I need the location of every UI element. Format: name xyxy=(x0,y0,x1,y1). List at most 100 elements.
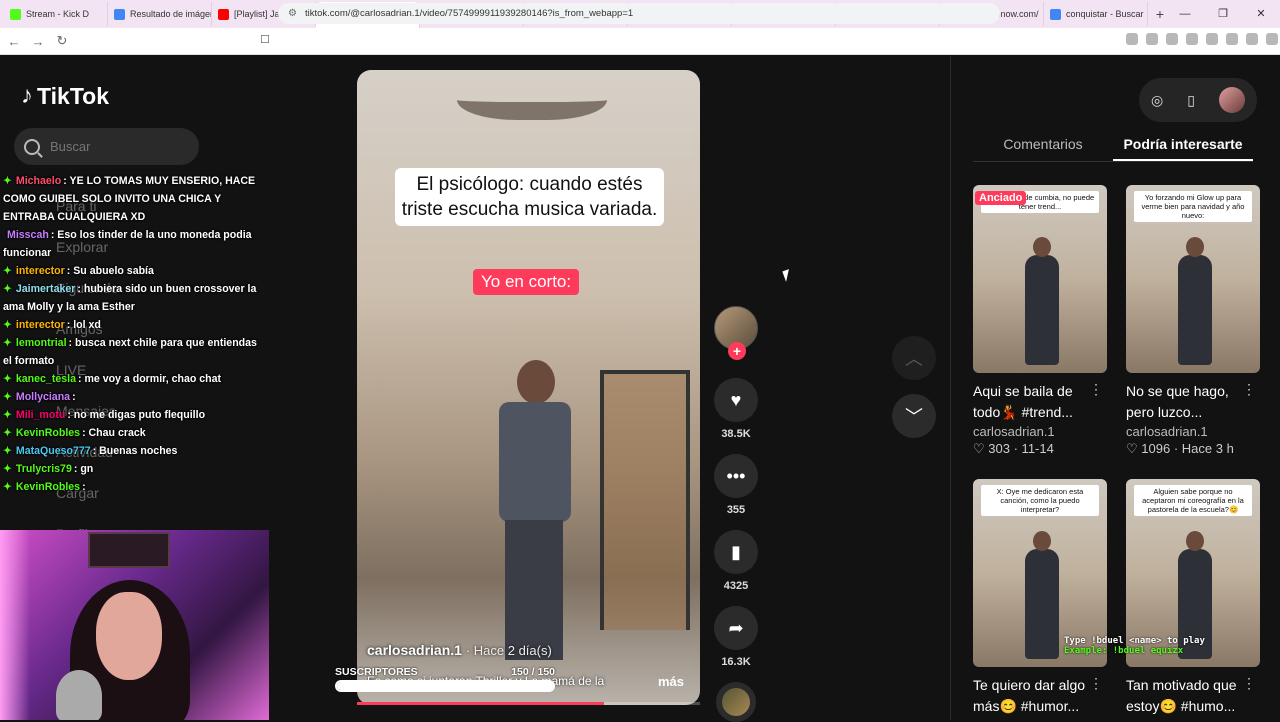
extension-icon[interactable] xyxy=(1166,33,1178,45)
chat-username: Jaimertaker xyxy=(15,283,76,295)
post-time: · Hace 2 día(s) xyxy=(465,643,552,658)
chat-text: : no me digas puto flequillo xyxy=(67,409,206,421)
tab-favicon-icon xyxy=(218,8,229,20)
extension-icon[interactable] xyxy=(1186,33,1198,45)
card-date: · Hace 3 h xyxy=(1173,441,1234,456)
extension-icon[interactable] xyxy=(1126,33,1138,45)
tab-favicon-icon xyxy=(114,8,125,20)
url-field[interactable]: ⚙ tiktok.com/@carlosadrian.1/video/75749… xyxy=(278,3,1000,24)
extension-icon[interactable] xyxy=(1246,33,1258,45)
chat-username: Mollyciana xyxy=(15,391,71,403)
profile-avatar[interactable] xyxy=(1218,87,1245,113)
card-title[interactable]: Aqui se baila de todo💃 #trend... xyxy=(973,381,1107,423)
card-title[interactable]: No se que hago, pero luzco... xyxy=(1126,381,1260,423)
streamer-face xyxy=(96,592,162,680)
back-icon[interactable]: ← xyxy=(4,34,24,49)
search-box[interactable] xyxy=(14,128,199,165)
chevron-up-icon: ︿ xyxy=(905,349,923,369)
video-progress[interactable] xyxy=(357,702,700,705)
card-meta: ♡ 1096 · Hace 3 h xyxy=(1126,441,1260,457)
share-icon[interactable]: ➦ xyxy=(714,606,758,650)
tiktok-logo[interactable]: ♪ TikTok xyxy=(21,82,109,110)
chat-text: : Buenas noches xyxy=(92,445,178,457)
minimize-icon[interactable]: — xyxy=(1166,0,1204,28)
reload-icon[interactable]: ↻ xyxy=(52,33,72,49)
more-options-icon[interactable]: ⋮ xyxy=(1242,675,1256,692)
extension-icon[interactable] xyxy=(1266,33,1278,45)
heart-outline-icon: ♡ xyxy=(1126,441,1138,456)
tiktok-note-icon: ♪ xyxy=(21,82,33,109)
suggested-video-card[interactable]: La canción de cumbia, no puede tener tre… xyxy=(973,185,1107,457)
chat-text: : lol xd xyxy=(66,319,101,331)
card-meta: ♡ 303 · 11-14 xyxy=(973,441,1107,457)
card-title[interactable]: Tan motivado que estoy😊 #humo... xyxy=(1126,675,1260,717)
coins-icon[interactable]: ◎ xyxy=(1151,92,1163,109)
chat-message: ✦ lemontrial: busca next chile para que e… xyxy=(0,334,265,370)
card-author[interactable]: carlosadrian.1 xyxy=(1126,424,1260,439)
video-tag: Yo en corto: xyxy=(473,269,580,295)
suggested-video-card[interactable]: Yo forzando mi Glow up para verme bien p… xyxy=(1126,185,1260,457)
video-author[interactable]: carlosadrian.1 · Hace 2 día(s) xyxy=(367,642,552,658)
chat-message: ✦ Mili_motu: no me digas puto flequillo xyxy=(0,406,265,424)
forward-icon[interactable]: → xyxy=(28,34,48,49)
webcam-overlay xyxy=(0,530,269,720)
more-link[interactable]: más xyxy=(658,674,684,689)
follow-plus-icon[interactable]: + xyxy=(728,342,746,360)
tab-favicon-icon xyxy=(1050,8,1061,20)
music-disc[interactable] xyxy=(716,682,756,722)
extension-icon[interactable] xyxy=(1146,33,1158,45)
extension-icon[interactable] xyxy=(1206,33,1218,45)
subs-label: SUSCRIPTORES xyxy=(335,666,418,678)
chat-text: : xyxy=(72,391,76,403)
more-options-icon[interactable]: ⋮ xyxy=(1089,675,1103,692)
site-info-icon[interactable]: ⚙ xyxy=(288,8,297,19)
bookmark-icon[interactable]: ▮ xyxy=(714,530,758,574)
previous-video-button[interactable]: ︿ xyxy=(892,336,936,380)
author-name[interactable]: carlosadrian.1 xyxy=(367,642,462,658)
bookmark-icon[interactable]: ☐ xyxy=(260,33,270,46)
chat-badge-icon: ✦ xyxy=(3,427,12,439)
video-player[interactable]: El psicólogo: cuando estés triste escuch… xyxy=(357,70,700,705)
tab-label: Stream - Kick D xyxy=(26,9,90,19)
suggested-video-card[interactable]: X: Oye me dedicaron esta canción, como l… xyxy=(973,479,1107,717)
maximize-icon[interactable]: ❐ xyxy=(1204,0,1242,28)
video-thumbnail[interactable]: La canción de cumbia, no puede tener tre… xyxy=(973,185,1107,373)
card-likes: 1096 xyxy=(1141,441,1171,456)
subs-fill xyxy=(337,682,553,690)
card-likes: 303 xyxy=(988,441,1010,456)
microphone xyxy=(56,670,102,720)
panel-tab[interactable]: Comentarios xyxy=(973,136,1113,161)
heart-icon[interactable]: ♥ xyxy=(714,378,758,422)
video-thumbnail[interactable]: Yo forzando mi Glow up para verme bien p… xyxy=(1126,185,1260,373)
extension-icon[interactable] xyxy=(1226,33,1238,45)
video-caption: El psicólogo: cuando estés triste escuch… xyxy=(395,168,664,226)
subscriber-goal: SUSCRIPTORES 150 / 150 xyxy=(335,666,555,692)
subs-current: 150 xyxy=(511,666,529,678)
creator-avatar[interactable]: + xyxy=(714,306,758,360)
more-options-icon[interactable]: ⋮ xyxy=(1089,381,1103,398)
more-options-icon[interactable]: ⋮ xyxy=(1242,381,1256,398)
comment-icon[interactable]: ••• xyxy=(714,454,758,498)
browser-tab[interactable]: Stream - Kick D xyxy=(4,2,108,26)
dancer xyxy=(477,350,587,680)
device-icon[interactable]: ▯ xyxy=(1187,92,1195,109)
subs-track xyxy=(335,680,555,692)
card-title[interactable]: Te quiero dar algo más😊 #humor... xyxy=(973,675,1107,717)
browser-tab[interactable]: conquistar - Buscar xyxy=(1044,2,1148,26)
panel-tab[interactable]: Podría interesarte xyxy=(1113,136,1253,161)
next-video-button[interactable]: ﹀ xyxy=(892,394,936,438)
dancer-head xyxy=(517,360,555,404)
browser-tab[interactable]: Resultado de imágen xyxy=(108,2,212,26)
chat-badge-icon: ✦ xyxy=(3,373,12,385)
chat-badge-icon: ✦ xyxy=(3,319,12,331)
suggested-video-card[interactable]: Alguien sabe porque no aceptaron mi core… xyxy=(1126,479,1260,717)
chat-message: ✦ KevinRobles: Chau crack xyxy=(0,424,265,442)
close-window-icon[interactable]: ✕ xyxy=(1242,0,1280,28)
video-actions: + ♥ 38.5K ••• 355 ▮ 4325 ➦ 16.3K xyxy=(712,306,760,722)
chat-username: Trulycris79 xyxy=(15,463,72,475)
search-input[interactable] xyxy=(50,139,190,154)
duel-overlay: Type !bduel <name> to play Example: !bdu… xyxy=(1064,636,1205,656)
card-author[interactable]: carlosadrian.1 xyxy=(973,424,1107,439)
pinned-badge: Anciado xyxy=(975,191,1027,205)
chevron-down-icon: ﹀ xyxy=(905,407,923,427)
